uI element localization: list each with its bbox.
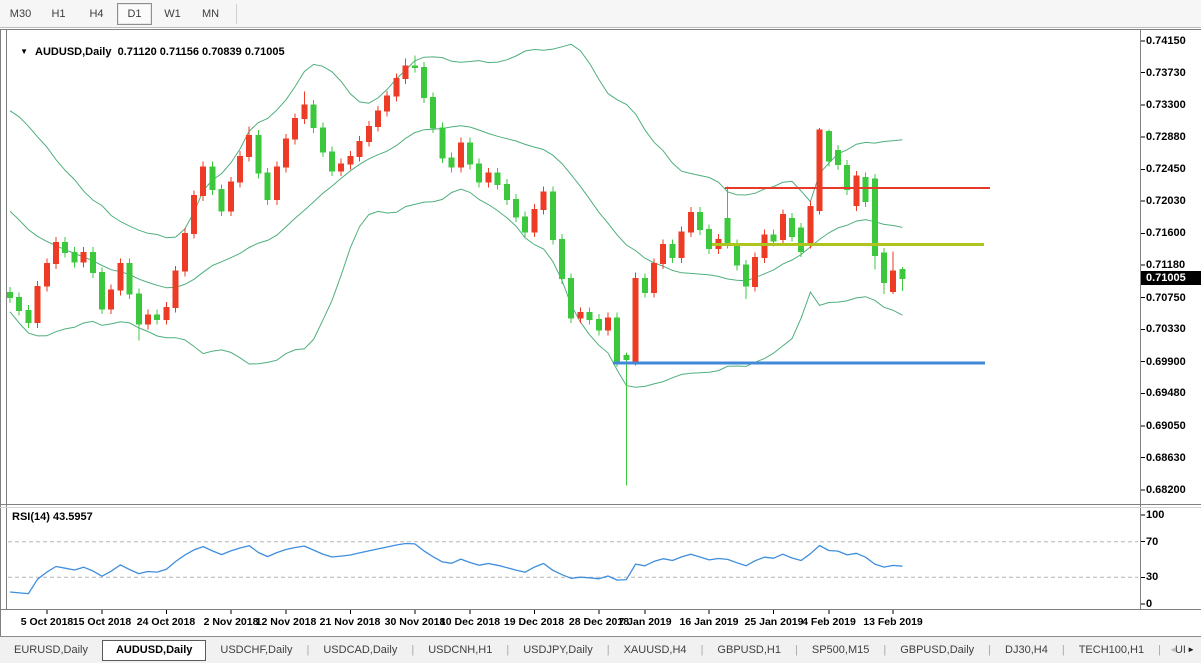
- candles: [8, 55, 905, 485]
- timeframe-button-MN[interactable]: MN: [193, 3, 228, 25]
- current-price-badge: 0.71005: [1141, 271, 1201, 285]
- chart-tab-GBPUSD-H1[interactable]: GBPUSD,H1: [703, 640, 795, 661]
- chart-tab-USDJPY-Daily[interactable]: USDJPY,Daily: [509, 640, 607, 661]
- low-support-line[interactable]: [613, 362, 985, 365]
- axis-separator: [1140, 29, 1141, 610]
- chart-top-border: [0, 29, 1201, 30]
- timeframe-button-H4[interactable]: H4: [79, 3, 114, 25]
- ohlc-close: 0.71005: [245, 46, 285, 58]
- ohlc-open: 0.71120: [118, 46, 157, 58]
- rsi-indicator-label: RSI(14) 43.5957: [12, 511, 93, 523]
- rsi-line: [10, 544, 902, 594]
- trend-objects: [613, 187, 990, 365]
- chart-tab-TECH100-H1[interactable]: TECH100,H1: [1065, 640, 1158, 661]
- chart-tab-XAUUSD-H4[interactable]: XAUUSD,H4: [610, 640, 701, 661]
- chart-tab-AUDUSD-Daily[interactable]: AUDUSD,Daily: [102, 640, 206, 661]
- chart-left-border: [6, 29, 7, 610]
- tab-scroll-buttons: ◄ ►: [1169, 645, 1195, 654]
- chart-tab-USDCHF-Daily[interactable]: USDCHF,Daily: [206, 640, 306, 661]
- chart-tab-bar: EURUSD,DailyAUDUSD,DailyUSDCHF,Daily|USD…: [0, 636, 1201, 663]
- panel-splitter[interactable]: [0, 504, 1201, 505]
- bollinger-bands: [10, 44, 902, 387]
- rsi-panel: [8, 542, 1138, 594]
- timeframe-toolbar: M30H1H4D1W1MN: [0, 0, 1201, 28]
- mt4-window: { "icons": {"dropdown": "▼", "scroll_lef…: [0, 0, 1201, 662]
- chart-tab-USDCAD-Daily[interactable]: USDCAD,Daily: [309, 640, 411, 661]
- resistance-line[interactable]: [725, 187, 990, 189]
- symbol-label: AUDUSD,Daily: [35, 46, 111, 58]
- timeframe-button-H1[interactable]: H1: [41, 3, 76, 25]
- timeframe-button-M30[interactable]: M30: [3, 3, 38, 25]
- ohlc-low: 0.70839: [202, 46, 242, 58]
- chart-tab-EURUSD-Daily[interactable]: EURUSD,Daily: [0, 640, 102, 661]
- mid-support-line[interactable]: [712, 243, 984, 246]
- timeframe-button-D1[interactable]: D1: [117, 3, 152, 25]
- chart-tab-USDCNH-H1[interactable]: USDCNH,H1: [414, 640, 506, 661]
- tab-scroll-right-icon[interactable]: ►: [1187, 645, 1195, 654]
- timeframe-button-W1[interactable]: W1: [155, 3, 190, 25]
- chart-title: ▼ AUDUSD,Daily 0.71120 0.71156 0.70839 0.…: [14, 34, 285, 58]
- tab-scroll-left-icon[interactable]: ◄: [1169, 645, 1177, 654]
- toolbar-separator: [236, 4, 237, 24]
- chart-tab-GBPUSD-Daily[interactable]: GBPUSD,Daily: [886, 640, 988, 661]
- panel-splitter-inner: [0, 507, 1201, 508]
- window-left-border: [0, 29, 1, 662]
- chart-tab-SP500-M15[interactable]: SP500,M15: [798, 640, 883, 661]
- ohlc-high: 0.71156: [160, 46, 199, 58]
- chart-plot-area[interactable]: [0, 0, 1201, 662]
- symbol-dropdown-icon[interactable]: ▼: [20, 47, 28, 56]
- rsi-bottom-border: [0, 609, 1201, 610]
- chart-tab-DJ30-H4[interactable]: DJ30,H4: [991, 640, 1062, 661]
